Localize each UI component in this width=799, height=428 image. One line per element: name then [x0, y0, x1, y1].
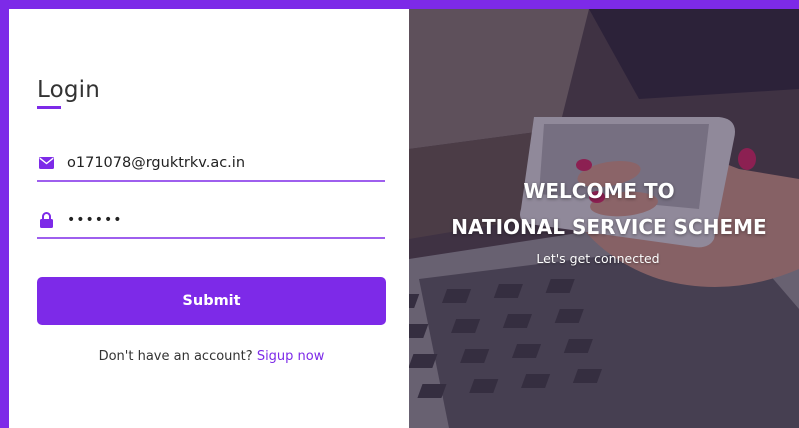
- signup-prompt: Don't have an account? Sigup now: [37, 349, 386, 364]
- password-field: [37, 203, 385, 239]
- hero-image-panel: WELCOME TO NATIONAL SERVICE SCHEME Let's…: [409, 9, 799, 428]
- login-card: Login Submit Don't have an account: [9, 9, 799, 428]
- password-input[interactable]: [67, 212, 367, 228]
- email-input[interactable]: [67, 155, 367, 171]
- lock-icon: [38, 212, 54, 228]
- hero-welcome-line: WELCOME TO: [523, 179, 675, 203]
- envelope-icon: [38, 155, 54, 171]
- email-field: [37, 146, 385, 182]
- login-title: Login: [37, 77, 101, 103]
- hero-subtitle: Let's get connected: [536, 251, 660, 266]
- submit-button[interactable]: Submit: [37, 277, 386, 325]
- signup-prompt-text: Don't have an account?: [98, 349, 253, 364]
- hero-scheme-line: NATIONAL SERVICE SCHEME: [451, 215, 767, 239]
- login-form-panel: Login Submit Don't have an account: [9, 9, 409, 428]
- signup-link[interactable]: Sigup now: [257, 349, 325, 364]
- title-underline: [37, 106, 61, 109]
